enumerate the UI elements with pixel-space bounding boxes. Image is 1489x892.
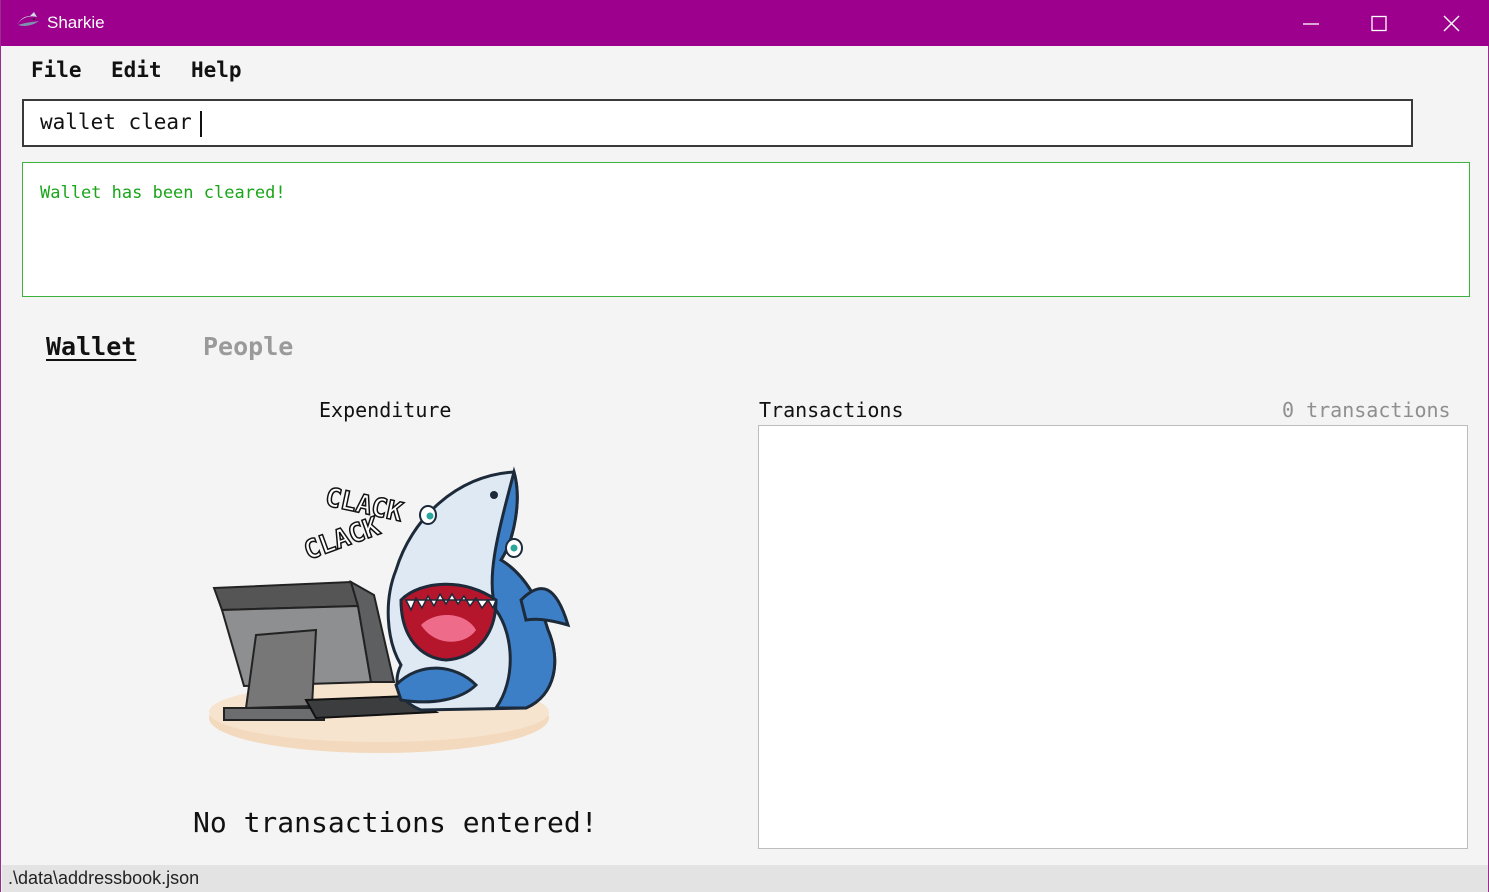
window-title: Sharkie (47, 13, 105, 32)
minimize-icon (1303, 23, 1319, 25)
close-icon (1443, 15, 1460, 32)
tab-wallet[interactable]: Wallet (46, 332, 136, 361)
maximize-button[interactable] (1345, 0, 1413, 46)
menu-file[interactable]: File (31, 58, 82, 82)
maximize-icon (1371, 15, 1387, 32)
status-bar: .\data\addressbook.json (2, 865, 1488, 892)
shark-typing-illustration: CLACK CLACK (209, 466, 571, 753)
title-bar[interactable]: Sharkie (1, 0, 1489, 46)
menu-edit[interactable]: Edit (111, 58, 162, 82)
clack-text-2: CLACK (300, 511, 384, 566)
menu-bar: File Edit Help (7, 46, 1485, 96)
sharkie-window: Sharkie File Edit Help wallet clear Wall… (0, 0, 1489, 892)
expenditure-title: Expenditure (319, 398, 452, 422)
minimize-button[interactable] (1277, 0, 1345, 46)
result-message: Wallet has been cleared! (40, 183, 286, 203)
text-caret (200, 111, 202, 137)
transactions-title: Transactions (759, 398, 904, 422)
command-input[interactable]: wallet clear (40, 110, 192, 134)
tab-people[interactable]: People (203, 332, 293, 361)
shark-app-icon (17, 12, 39, 26)
data-file-path: .\data\addressbook.json (8, 868, 200, 888)
empty-transactions-message: No transactions entered! (193, 806, 598, 839)
menu-help[interactable]: Help (191, 58, 242, 82)
result-display: Wallet has been cleared! (22, 162, 1470, 297)
close-button[interactable] (1417, 0, 1485, 46)
transactions-list[interactable] (758, 425, 1468, 849)
transactions-count: 0 transactions (1282, 398, 1451, 422)
command-box[interactable]: wallet clear (22, 99, 1413, 147)
